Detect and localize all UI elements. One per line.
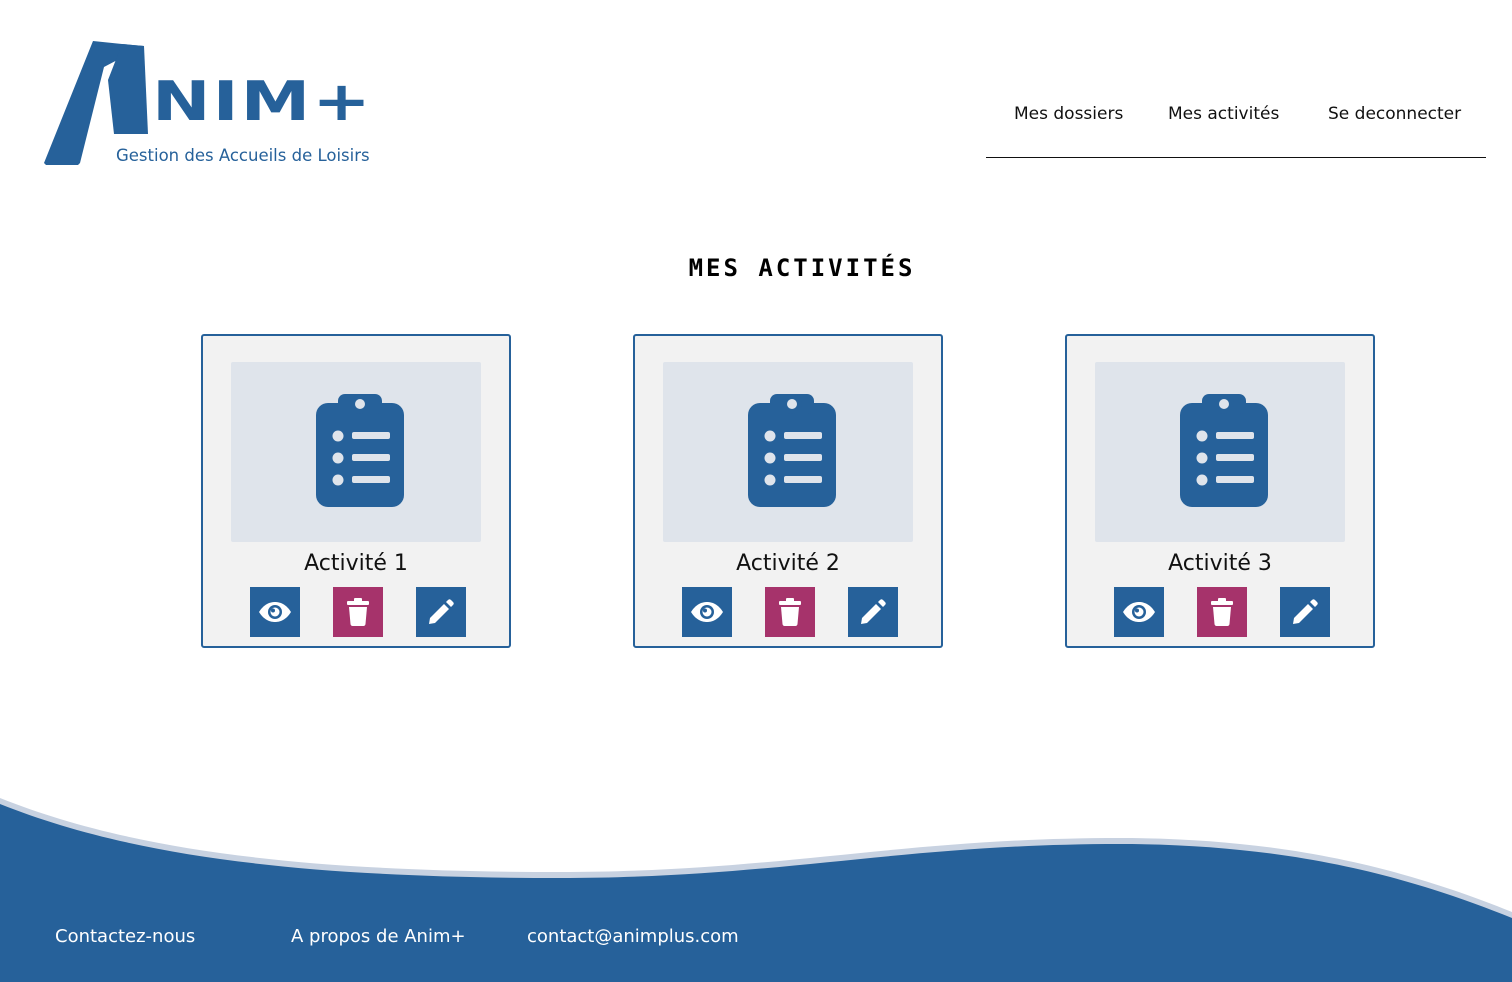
logo-tagline: Gestion des Accueils de Loisirs	[116, 146, 370, 165]
activity-thumbnail[interactable]	[231, 362, 481, 542]
view-button[interactable]	[1114, 587, 1164, 637]
delete-button[interactable]	[1197, 587, 1247, 637]
nav-item-se-deconnecter[interactable]: Se deconnecter	[1328, 104, 1461, 124]
activity-thumbnail[interactable]	[1095, 362, 1345, 542]
pencil-icon	[1293, 599, 1318, 624]
footer-link-contact[interactable]: Contactez-nous	[55, 926, 195, 947]
trash-icon	[779, 598, 801, 626]
edit-button[interactable]	[416, 587, 466, 637]
edit-button[interactable]	[848, 587, 898, 637]
clipboard-list-icon	[1180, 394, 1268, 507]
footer-link-email[interactable]: contact@animplus.com	[527, 926, 739, 947]
eye-icon	[1123, 602, 1155, 622]
view-button[interactable]	[682, 587, 732, 637]
activity-actions	[682, 587, 898, 637]
activity-card: Activité 2	[633, 334, 943, 648]
logo-wordmark: NIM+	[152, 69, 373, 134]
activity-thumbnail[interactable]	[663, 362, 913, 542]
activity-card: Activité 1	[201, 334, 511, 648]
clipboard-list-icon	[316, 394, 404, 507]
nav-item-mes-activites[interactable]: Mes activités	[1168, 104, 1279, 124]
trash-icon	[1211, 598, 1233, 626]
footer-link-about[interactable]: A propos de Anim+	[291, 926, 466, 947]
clipboard-list-icon	[748, 394, 836, 507]
pencil-icon	[429, 599, 454, 624]
activity-title: Activité 1	[304, 551, 408, 576]
activity-actions	[250, 587, 466, 637]
delete-button[interactable]	[765, 587, 815, 637]
activity-title: Activité 3	[1168, 551, 1272, 576]
page-title: Mes activités	[688, 254, 916, 282]
activity-title: Activité 2	[736, 551, 840, 576]
activity-card: Activité 3	[1065, 334, 1375, 648]
eye-icon	[691, 602, 723, 622]
trash-icon	[347, 598, 369, 626]
view-button[interactable]	[250, 587, 300, 637]
pencil-icon	[861, 599, 886, 624]
activity-actions	[1114, 587, 1330, 637]
eye-icon	[259, 602, 291, 622]
main-nav: Mes dossiers Mes activités Se deconnecte…	[986, 96, 1486, 158]
edit-button[interactable]	[1280, 587, 1330, 637]
logo[interactable]: NIM+ Gestion des Accueils de Loisirs	[42, 38, 402, 170]
delete-button[interactable]	[333, 587, 383, 637]
footer-links: Contactez-nous A propos de Anim+ contact…	[0, 926, 1512, 956]
nav-item-mes-dossiers[interactable]: Mes dossiers	[1014, 104, 1123, 124]
